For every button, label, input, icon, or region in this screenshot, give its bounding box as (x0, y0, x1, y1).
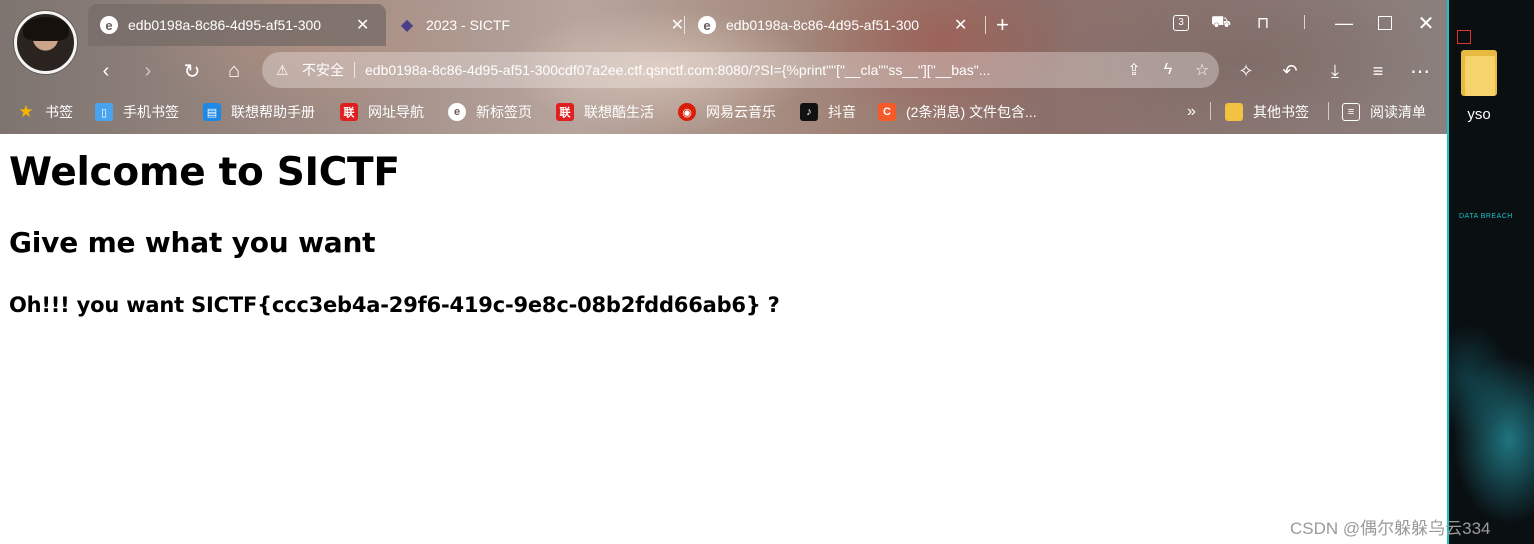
undo-icon[interactable]: ↶ (1275, 56, 1305, 86)
bookmark-item[interactable]: ▤ 联想帮助手册 (203, 92, 315, 132)
page-content: Welcome to SICTF Give me what you want O… (0, 134, 1447, 544)
edge-icon: e (100, 16, 118, 34)
tab-sictf[interactable]: ◆ 2023 - SICTF ✕ (386, 4, 684, 46)
bookmark-item[interactable]: ♪ 抖音 (800, 92, 856, 132)
folder-label[interactable]: yso (1449, 106, 1509, 123)
folder-icon[interactable] (1459, 46, 1499, 98)
tab-title: edb0198a-8c86-4d95-af51-300 (726, 17, 920, 33)
bookmark-label: 网址导航 (368, 104, 424, 120)
reading-list-button[interactable]: ≡ 阅读清单 (1342, 92, 1426, 132)
close-window-button[interactable]: ✕ (1412, 9, 1440, 37)
folder-icon (1225, 103, 1243, 121)
close-icon[interactable]: ✕ (356, 15, 369, 35)
divider (1304, 15, 1305, 29)
bookmark-label: 书签 (45, 104, 73, 120)
browser-chrome: e edb0198a-8c86-4d95-af51-300 ✕ ◆ 2023 -… (0, 0, 1447, 134)
tab-count: 3 (1173, 15, 1189, 31)
browser-window: e edb0198a-8c86-4d95-af51-300 ✕ ◆ 2023 -… (0, 0, 1447, 544)
favorite-star-icon[interactable]: ☆ (1185, 60, 1219, 80)
more-icon[interactable]: ⋯ (1405, 56, 1435, 86)
bookmark-item[interactable]: 联 联想酷生活 (556, 92, 654, 132)
url-text[interactable]: edb0198a-8c86-4d95-af51-300cdf07a2ee.ctf… (365, 62, 1117, 78)
csdn-icon: C (878, 103, 896, 121)
bookmark-item[interactable]: ◉ 网易云音乐 (678, 92, 776, 132)
sictf-icon: ◆ (400, 17, 414, 34)
bookmark-label: 抖音 (828, 104, 856, 120)
desktop-decoration (1457, 30, 1471, 44)
reload-button[interactable]: ↻ (177, 56, 207, 86)
forward-button[interactable]: › (133, 56, 163, 86)
close-icon[interactable]: ✕ (954, 15, 967, 35)
page-heading: Welcome to SICTF (9, 150, 400, 195)
bookmark-label: 新标签页 (476, 104, 532, 120)
netease-music-icon: ◉ (678, 103, 696, 121)
divider (1328, 102, 1329, 120)
tab-divider (985, 16, 986, 34)
bookmarks-overflow-button[interactable]: » (1187, 92, 1196, 132)
minimize-button[interactable]: — (1330, 9, 1358, 37)
address-bar[interactable]: ⚠ 不安全 edb0198a-8c86-4d95-af51-300cdf07a2… (262, 52, 1219, 88)
tab-actions-button[interactable]: 3 (1167, 9, 1195, 37)
extensions-icon[interactable]: ✧ (1231, 56, 1261, 86)
home-button[interactable]: ⌂ (219, 56, 249, 86)
security-label[interactable]: 不安全 (302, 60, 344, 80)
phone-icon: ▯ (95, 103, 113, 121)
tab-title: edb0198a-8c86-4d95-af51-300 (128, 17, 322, 33)
maximize-button[interactable] (1371, 9, 1399, 37)
shirt-icon[interactable]: ⊓ (1249, 9, 1277, 37)
tab-active[interactable]: e edb0198a-8c86-4d95-af51-300 ✕ (88, 4, 386, 46)
edge-icon: e (698, 16, 716, 34)
bookmark-label: (2条消息) 文件包含... (906, 104, 1037, 120)
star-icon: ★ (18, 102, 34, 121)
bookmark-label: 其他书签 (1253, 104, 1309, 120)
tab-title: 2023 - SICTF (426, 17, 511, 33)
share-icon[interactable]: ⇪ (1117, 60, 1151, 80)
warning-icon[interactable]: ⚠ (276, 62, 294, 79)
playlist-icon[interactable]: ≡ (1363, 56, 1393, 86)
bookmark-item[interactable]: e 新标签页 (448, 92, 532, 132)
bookmark-label: 手机书签 (123, 104, 179, 120)
reading-list-icon: ≡ (1342, 103, 1360, 121)
page-subheading: Give me what you want (9, 226, 376, 259)
bookmark-label: 阅读清单 (1370, 104, 1426, 120)
divider (1210, 102, 1211, 120)
back-button[interactable]: ‹ (91, 56, 121, 86)
tab-third[interactable]: e edb0198a-8c86-4d95-af51-300 ✕ (686, 4, 986, 46)
bookmark-item[interactable]: 联 网址导航 (340, 92, 424, 132)
shopping-icon[interactable]: ⛟ (1207, 9, 1235, 37)
bookmarks-bar: ★ 书签 ▯ 手机书签 ▤ 联想帮助手册 联 网址导航 e 新标签页 联 联想酷… (0, 92, 1447, 132)
bookmark-item[interactable]: ▯ 手机书签 (95, 92, 179, 132)
bookmark-label: 联想帮助手册 (231, 104, 315, 120)
download-icon[interactable]: ⤓ (1320, 56, 1350, 86)
bookmark-label: 联想酷生活 (584, 104, 654, 120)
lightning-icon[interactable]: ϟ (1151, 61, 1185, 79)
wallpaper-text: DATA BREACH (1459, 213, 1513, 220)
other-bookmarks-folder[interactable]: 其他书签 (1225, 92, 1309, 132)
lenovo-icon: 联 (340, 103, 358, 121)
edge-icon: e (448, 103, 466, 121)
bookmark-item[interactable]: ★ 书签 (17, 92, 73, 132)
lenovo-icon: 联 (556, 103, 574, 121)
book-icon: ▤ (203, 103, 221, 121)
douyin-icon: ♪ (800, 103, 818, 121)
new-tab-button[interactable]: + (996, 12, 1009, 38)
desktop-background: yso DATA BREACH (1447, 0, 1534, 544)
bookmark-label: 网易云音乐 (706, 104, 776, 120)
close-icon[interactable]: ✕ (671, 15, 684, 35)
watermark: CSDN @偶尔躲躲乌云334 (1290, 519, 1491, 538)
flag-message: Oh!!! you want SICTF{ccc3eb4a-29f6-419c-… (9, 293, 780, 317)
tab-divider (684, 16, 685, 34)
bookmark-item[interactable]: C (2条消息) 文件包含... (878, 92, 1037, 132)
profile-avatar[interactable] (14, 11, 77, 74)
